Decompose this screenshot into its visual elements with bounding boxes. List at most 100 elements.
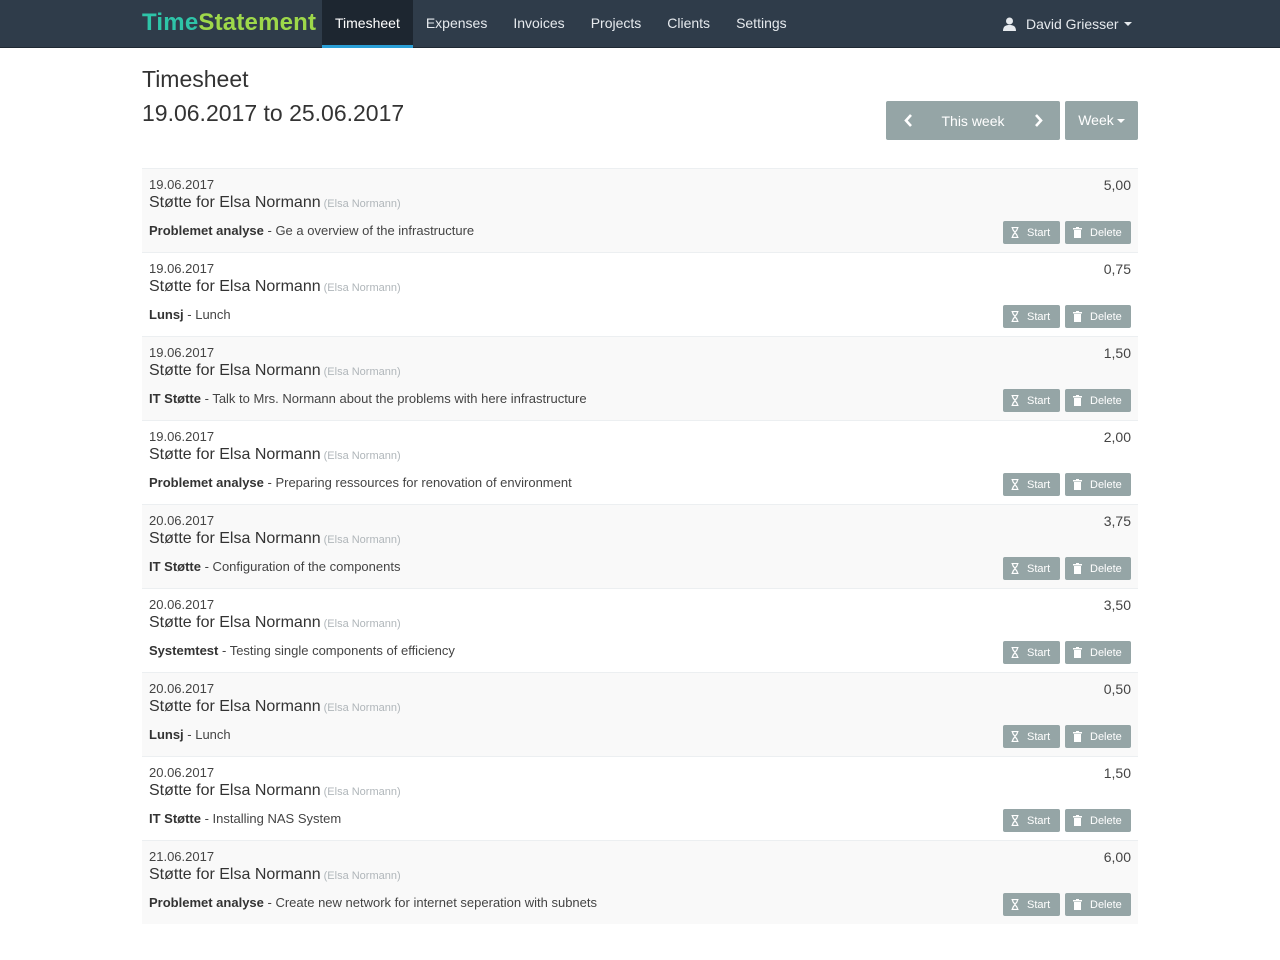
top-navbar: TimeStatement Timesheet Expenses Invoice… [0, 0, 1280, 48]
hourglass-icon [1011, 227, 1019, 238]
start-button[interactable]: Start [1003, 221, 1060, 244]
entry-client: Støtte for Elsa Normann [149, 194, 321, 211]
start-button-label: Start [1027, 310, 1051, 323]
entry-date: 21.06.2017 [149, 849, 215, 864]
start-button[interactable]: Start [1003, 641, 1060, 664]
delete-button[interactable]: Delete [1065, 641, 1131, 664]
brand-part-statement: Statement [198, 9, 317, 36]
chevron-left-icon [903, 114, 912, 127]
start-button[interactable]: Start [1003, 809, 1060, 832]
entry-client: Støtte for Elsa Normann [149, 362, 321, 379]
delete-button[interactable]: Delete [1065, 809, 1131, 832]
trash-icon [1073, 731, 1082, 742]
trash-icon [1073, 227, 1082, 238]
entry-hours: 3,75 [1103, 513, 1131, 529]
trash-icon [1073, 311, 1082, 322]
entry-client: Støtte for Elsa Normann [149, 278, 321, 295]
entry-description: - Lunch [183, 727, 231, 742]
entry-hours: 0,50 [1103, 681, 1131, 697]
entry-hours: 2,00 [1103, 429, 1131, 445]
delete-button[interactable]: Delete [1065, 557, 1131, 580]
delete-button-label: Delete [1090, 646, 1122, 659]
start-button-label: Start [1027, 898, 1051, 911]
entry-task: Problemet analyse [149, 895, 264, 910]
delete-button[interactable]: Delete [1065, 221, 1131, 244]
delete-button-label: Delete [1090, 394, 1122, 407]
start-button[interactable]: Start [1003, 557, 1060, 580]
entry-description: - Create new network for internet sepera… [263, 895, 598, 910]
entry-contact: (Elsa Normann) [323, 786, 401, 798]
hourglass-icon [1011, 311, 1019, 322]
week-navigator: This week [886, 101, 1060, 140]
entry-client: Støtte for Elsa Normann [149, 446, 321, 463]
hourglass-icon [1011, 731, 1019, 742]
start-button-label: Start [1027, 814, 1051, 827]
brand-logo[interactable]: TimeStatement [142, 8, 316, 38]
entry-date: 19.06.2017 [149, 429, 215, 444]
entry-description: - Talk to Mrs. Normann about the problem… [201, 391, 587, 406]
entry-task: Lunsj [149, 727, 184, 742]
entry-client: Støtte for Elsa Normann [149, 530, 321, 547]
delete-button[interactable]: Delete [1065, 473, 1131, 496]
brand-part-time: Time [142, 9, 199, 36]
entry-contact: (Elsa Normann) [323, 618, 401, 630]
delete-button[interactable]: Delete [1065, 893, 1131, 916]
start-button-label: Start [1027, 646, 1051, 659]
hourglass-icon [1011, 479, 1019, 490]
entry-hours: 1,50 [1103, 765, 1131, 781]
delete-button-label: Delete [1090, 814, 1122, 827]
chevron-right-icon [1034, 114, 1043, 127]
entry-task: IT Støtte [149, 559, 201, 574]
entry-client: Støtte for Elsa Normann [149, 614, 321, 631]
delete-button-label: Delete [1090, 310, 1122, 323]
delete-button[interactable]: Delete [1065, 725, 1131, 748]
entry-task: Problemet analyse [149, 223, 264, 238]
chevron-down-icon [1116, 119, 1125, 124]
start-button[interactable]: Start [1003, 893, 1060, 916]
delete-button-label: Delete [1090, 226, 1122, 239]
start-button[interactable]: Start [1003, 473, 1060, 496]
entry-client: Støtte for Elsa Normann [149, 698, 321, 715]
previous-week-button[interactable] [886, 101, 930, 140]
entry-task: IT Støtte [149, 391, 201, 406]
timesheet-entries: 19.06.2017 5,00 Støtte for Elsa Normann(… [142, 168, 1138, 924]
next-week-button[interactable] [1016, 101, 1060, 140]
nav-invoices[interactable]: Invoices [500, 0, 577, 48]
main-nav: Timesheet Expenses Invoices Projects Cli… [322, 0, 800, 48]
entry-hours: 5,00 [1103, 177, 1131, 193]
list-item: 20.06.2017 3,50 Støtte for Elsa Normann(… [142, 588, 1138, 672]
delete-button[interactable]: Delete [1065, 389, 1131, 412]
list-item: 20.06.2017 1,50 Støtte for Elsa Normann(… [142, 756, 1138, 840]
entry-date: 19.06.2017 [149, 345, 215, 360]
list-item: 20.06.2017 3,75 Støtte for Elsa Normann(… [142, 504, 1138, 588]
entry-contact: (Elsa Normann) [323, 366, 401, 378]
start-button[interactable]: Start [1003, 389, 1060, 412]
entry-task: Systemtest [149, 643, 219, 658]
list-item: 19.06.2017 1,50 Støtte for Elsa Normann(… [142, 336, 1138, 420]
nav-clients[interactable]: Clients [654, 0, 723, 48]
user-menu[interactable]: David Griesser [1003, 0, 1132, 48]
hourglass-icon [1011, 563, 1019, 574]
nav-projects[interactable]: Projects [578, 0, 655, 48]
start-button-label: Start [1027, 226, 1051, 239]
start-button[interactable]: Start [1003, 725, 1060, 748]
entry-date: 19.06.2017 [149, 261, 215, 276]
delete-button[interactable]: Delete [1065, 305, 1131, 328]
entry-hours: 3,50 [1103, 597, 1131, 613]
list-item: 20.06.2017 0,50 Støtte for Elsa Normann(… [142, 672, 1138, 756]
this-week-button[interactable]: This week [930, 113, 1016, 129]
start-button-label: Start [1027, 478, 1051, 491]
nav-timesheet[interactable]: Timesheet [322, 0, 413, 48]
nav-settings[interactable]: Settings [723, 0, 800, 48]
chevron-down-icon [1123, 22, 1132, 26]
entry-contact: (Elsa Normann) [323, 870, 401, 882]
start-button-label: Start [1027, 394, 1051, 407]
nav-expenses[interactable]: Expenses [413, 0, 500, 48]
start-button[interactable]: Start [1003, 305, 1060, 328]
entry-task: Problemet analyse [149, 475, 264, 490]
list-item: 19.06.2017 5,00 Støtte for Elsa Normann(… [142, 168, 1138, 252]
list-item: 19.06.2017 0,75 Støtte for Elsa Normann(… [142, 252, 1138, 336]
user-name: David Griesser [1026, 16, 1119, 32]
period-dropdown-button[interactable]: Week [1065, 101, 1138, 140]
entry-contact: (Elsa Normann) [323, 702, 401, 714]
